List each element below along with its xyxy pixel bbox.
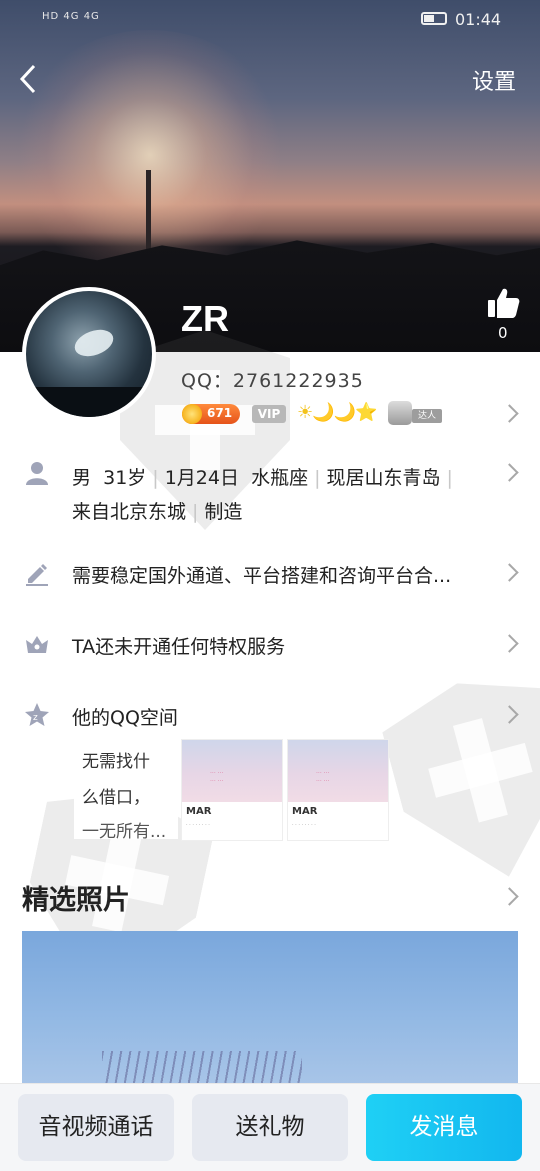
coin-badge[interactable]: 671 [182, 404, 240, 424]
age: 31岁 [103, 467, 147, 489]
send-gift-button[interactable]: 送礼物 [192, 1094, 348, 1161]
qzone-title[interactable]: 他的QQ空间 [72, 703, 178, 730]
chevron-right-icon[interactable] [503, 463, 515, 483]
daren-icon [388, 401, 412, 425]
person-icon [24, 460, 50, 486]
zodiac: 水瓶座 [251, 467, 309, 489]
coin-icon [182, 404, 202, 424]
featured-photo[interactable] [22, 931, 518, 1091]
profile-info-row[interactable]: 男 31岁 | 1月24日 水瓶座 | 现居山东青岛 | 来自北京东城 | 制造 [72, 461, 502, 529]
signature-text[interactable]: 需要稳定国外通道、平台搭建和咨询平台合... [72, 561, 451, 588]
crown-icon [24, 631, 50, 657]
back-arrow-icon [19, 64, 36, 94]
watermark-shield-icon [375, 661, 540, 898]
coin-value: 671 [207, 406, 233, 420]
like-button[interactable] [485, 285, 521, 321]
avatar[interactable] [22, 287, 156, 421]
qq-number: QQ：2761222935 [181, 370, 364, 392]
battery-icon [421, 12, 447, 25]
vip-badge[interactable]: VIP [252, 405, 286, 423]
chevron-right-icon[interactable] [503, 563, 515, 583]
hometown: 来自北京东城 [72, 501, 187, 523]
settings-button[interactable]: 设置 [472, 64, 516, 96]
svg-text:z: z [33, 713, 38, 723]
occupation: 制造 [204, 501, 243, 523]
thumbs-up-icon [488, 288, 520, 318]
residence: 现居山东青岛 [326, 467, 441, 489]
star-icon: z [24, 702, 50, 728]
qzone-photo-thumb[interactable]: ··· ··· ··· ··· MAR · · · · · · · · [181, 739, 283, 841]
level-icons[interactable]: ☀🌙🌙⭐ [297, 402, 377, 423]
pencil-icon [24, 560, 50, 586]
chevron-right-icon[interactable] [503, 404, 515, 424]
privilege-text[interactable]: TA还未开通任何特权服务 [72, 632, 285, 659]
daren-badge[interactable]: 达人 [388, 401, 442, 425]
video-call-button[interactable]: 音视频通话 [18, 1094, 174, 1161]
featured-photos-title: 精选照片 [22, 885, 130, 916]
birthday: 1月24日 [164, 467, 239, 489]
chevron-right-icon[interactable] [503, 887, 515, 907]
back-button[interactable] [14, 62, 44, 96]
gender: 男 [72, 467, 92, 489]
like-count: 0 [498, 324, 508, 342]
status-bar-time: 01:44 [455, 10, 502, 29]
nickname: ZR [181, 298, 229, 339]
chevron-right-icon[interactable] [503, 634, 515, 654]
qzone-post-text[interactable]: 无需找什 么借口， 一无所有... [74, 739, 178, 839]
status-bar-signal: HD 4G 4G [42, 11, 100, 22]
qzone-photo-thumb[interactable]: ··· ··· ··· ··· MAR · · · · · · · · [287, 739, 389, 841]
chevron-right-icon[interactable] [503, 705, 515, 725]
send-message-button[interactable]: 发消息 [366, 1094, 522, 1161]
